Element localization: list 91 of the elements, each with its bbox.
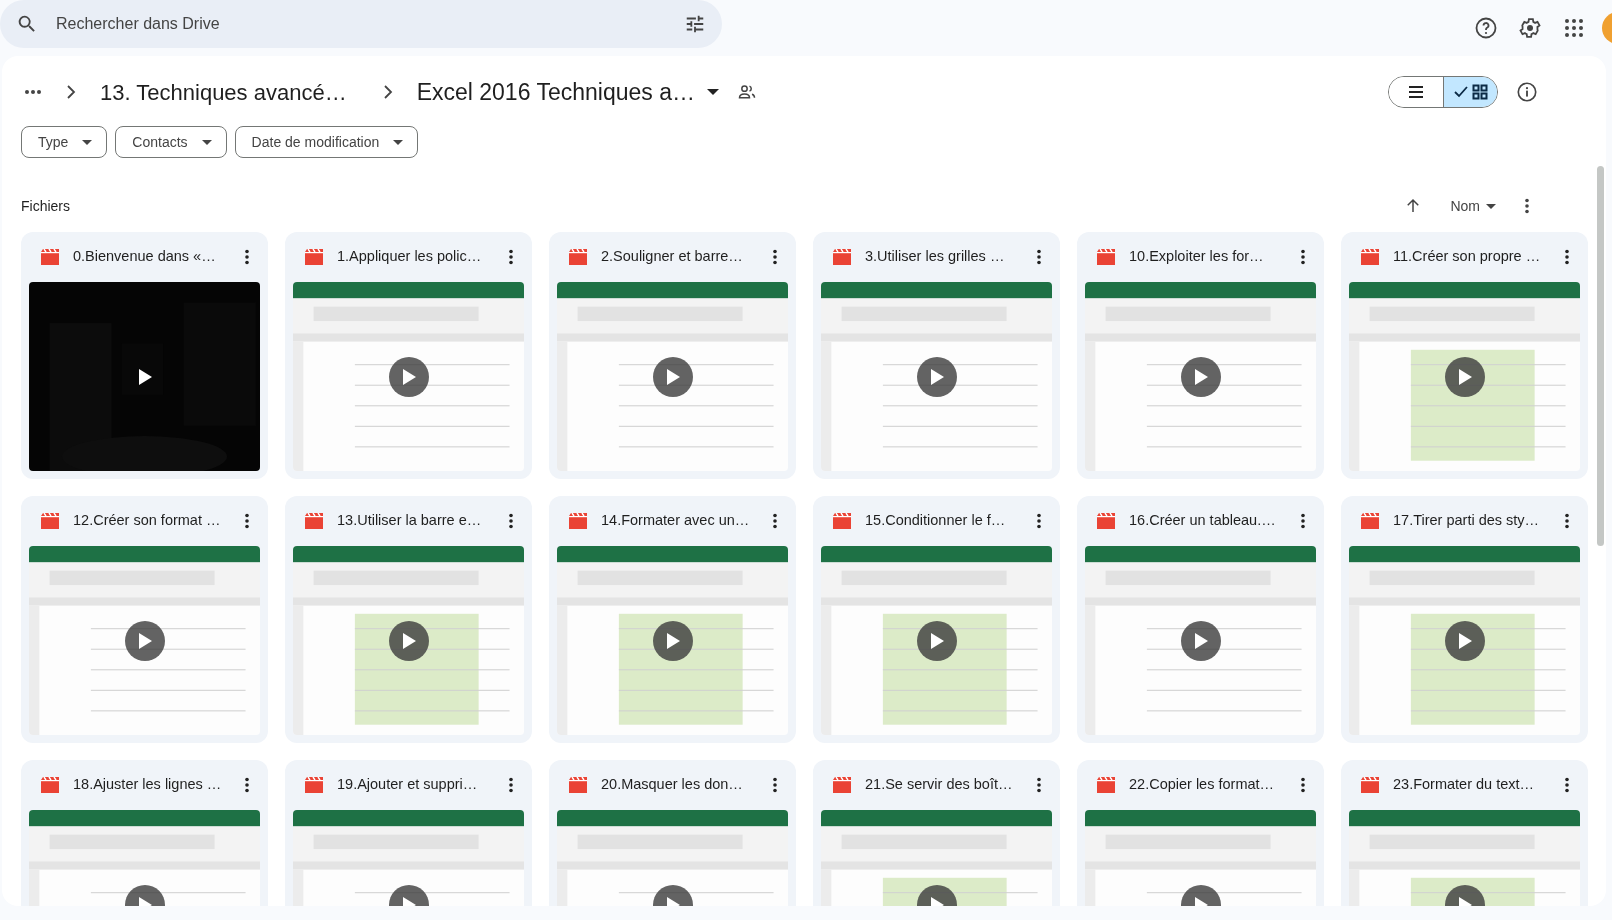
play-icon (665, 632, 680, 649)
file-card[interactable]: 19.Ajouter et suppri… (285, 760, 532, 906)
play-icon (401, 632, 416, 649)
file-card[interactable]: 16.Créer un tableau.… (1077, 496, 1324, 743)
file-title: 13.Utiliser la barre e… (337, 511, 483, 531)
file-title: 23.Formater du text… (1393, 775, 1536, 795)
view-toggle[interactable] (1388, 76, 1498, 108)
video-file-icon (833, 513, 851, 529)
file-title: 11.Créer son propre … (1393, 247, 1542, 267)
video-file-icon (305, 777, 323, 793)
current-folder-button[interactable]: Excel 2016 Techniques a… (412, 72, 723, 112)
scrollbar[interactable] (1597, 166, 1604, 546)
search-input[interactable]: Rechercher dans Drive (54, 11, 684, 37)
file-card[interactable]: 18.Ajuster les lignes … (21, 760, 268, 906)
file-title: 20.Masquer les don… (601, 775, 744, 795)
sort-button[interactable]: Nom (1442, 189, 1504, 223)
video-file-icon (569, 513, 587, 529)
breadcrumb-link[interactable]: 13. Techniques avancé… (96, 73, 351, 111)
video-file-icon (1097, 513, 1115, 529)
file-title: 12.Créer son format … (73, 511, 222, 531)
video-file-icon (41, 513, 59, 529)
play-icon (1457, 368, 1472, 385)
file-title: 17.Tirer parti des sty… (1393, 511, 1541, 531)
file-card[interactable]: 20.Masquer les don… (549, 760, 796, 906)
grid-icon (1471, 84, 1488, 100)
file-title: 1.Appliquer les polic… (337, 247, 483, 267)
file-card[interactable]: 21.Se servir des boît… (813, 760, 1060, 906)
check-icon (1453, 86, 1468, 98)
file-title: 2.Souligner et barre… (601, 247, 744, 267)
section-title: Fichiers (21, 196, 70, 216)
grid-view-button[interactable] (1443, 77, 1497, 107)
video-file-icon (569, 777, 587, 793)
file-title: 0.Bienvenue dans «… (73, 247, 217, 267)
list-icon (1408, 85, 1424, 99)
file-title: 18.Ajuster les lignes … (73, 775, 223, 795)
file-title: 10.Exploiter les for… (1129, 247, 1265, 267)
play-icon (929, 632, 944, 649)
filter-button[interactable]: Type (21, 126, 108, 158)
video-file-icon (1361, 513, 1379, 529)
search-field[interactable]: Rechercher dans Drive (0, 0, 722, 48)
file-card[interactable]: 15.Conditionner le f… (813, 496, 1060, 743)
chevron-icon (382, 85, 393, 99)
file-title: 22.Copier les format… (1129, 775, 1276, 795)
file-card[interactable]: 12.Créer son format … (21, 496, 268, 743)
shared-people-icon (737, 82, 757, 102)
file-card[interactable]: 14.Formater avec un… (549, 496, 796, 743)
chevron-icon (66, 85, 76, 99)
play-icon (929, 368, 944, 385)
play-icon (137, 368, 152, 385)
play-icon (665, 368, 680, 385)
file-card[interactable]: 1.Appliquer les polic… (285, 232, 532, 479)
filter-button[interactable]: Date de modification (234, 126, 419, 158)
filter-button[interactable]: Contacts (115, 126, 227, 158)
video-file-icon (1361, 777, 1379, 793)
file-title: 16.Créer un tableau.… (1129, 511, 1277, 531)
play-icon (1193, 368, 1208, 385)
video-file-icon (305, 513, 323, 529)
file-card[interactable]: 3.Utiliser les grilles … (813, 232, 1060, 479)
search-icon (16, 13, 38, 35)
file-card[interactable]: 0.Bienvenue dans «… (21, 232, 268, 479)
video-file-icon (1097, 249, 1115, 265)
file-card[interactable]: 10.Exploiter les for… (1077, 232, 1324, 479)
video-file-icon (1097, 777, 1115, 793)
caret-icon (1486, 203, 1496, 209)
video-file-icon (305, 249, 323, 265)
video-file-icon (833, 249, 851, 265)
file-title: 3.Utiliser les grilles … (865, 247, 1006, 267)
video-file-icon (569, 249, 587, 265)
file-title: 15.Conditionner le f… (865, 511, 1007, 531)
caret-icon (201, 139, 212, 145)
file-title: 21.Se servir des boît… (865, 775, 1014, 795)
play-icon (137, 632, 152, 649)
file-card[interactable]: 2.Souligner et barre… (549, 232, 796, 479)
file-card[interactable]: 13.Utiliser la barre e… (285, 496, 532, 743)
file-card[interactable]: 11.Créer son propre … (1341, 232, 1588, 479)
caret-icon (82, 139, 93, 145)
caret-icon (707, 89, 719, 95)
filter-settings-icon[interactable] (684, 13, 706, 35)
video-file-icon (41, 777, 59, 793)
play-icon (1457, 632, 1472, 649)
video-file-icon (41, 249, 59, 265)
play-icon (1193, 632, 1208, 649)
file-card[interactable]: 17.Tirer parti des sty… (1341, 496, 1588, 743)
video-file-icon (1361, 249, 1379, 265)
file-title: 19.Ajouter et suppri… (337, 775, 479, 795)
caret-icon (393, 139, 404, 145)
video-file-icon (833, 777, 851, 793)
file-card[interactable]: 22.Copier les format… (1077, 760, 1324, 906)
play-icon (401, 368, 416, 385)
file-card[interactable]: 23.Formater du text… (1341, 760, 1588, 906)
file-title: 14.Formater avec un… (601, 511, 751, 531)
